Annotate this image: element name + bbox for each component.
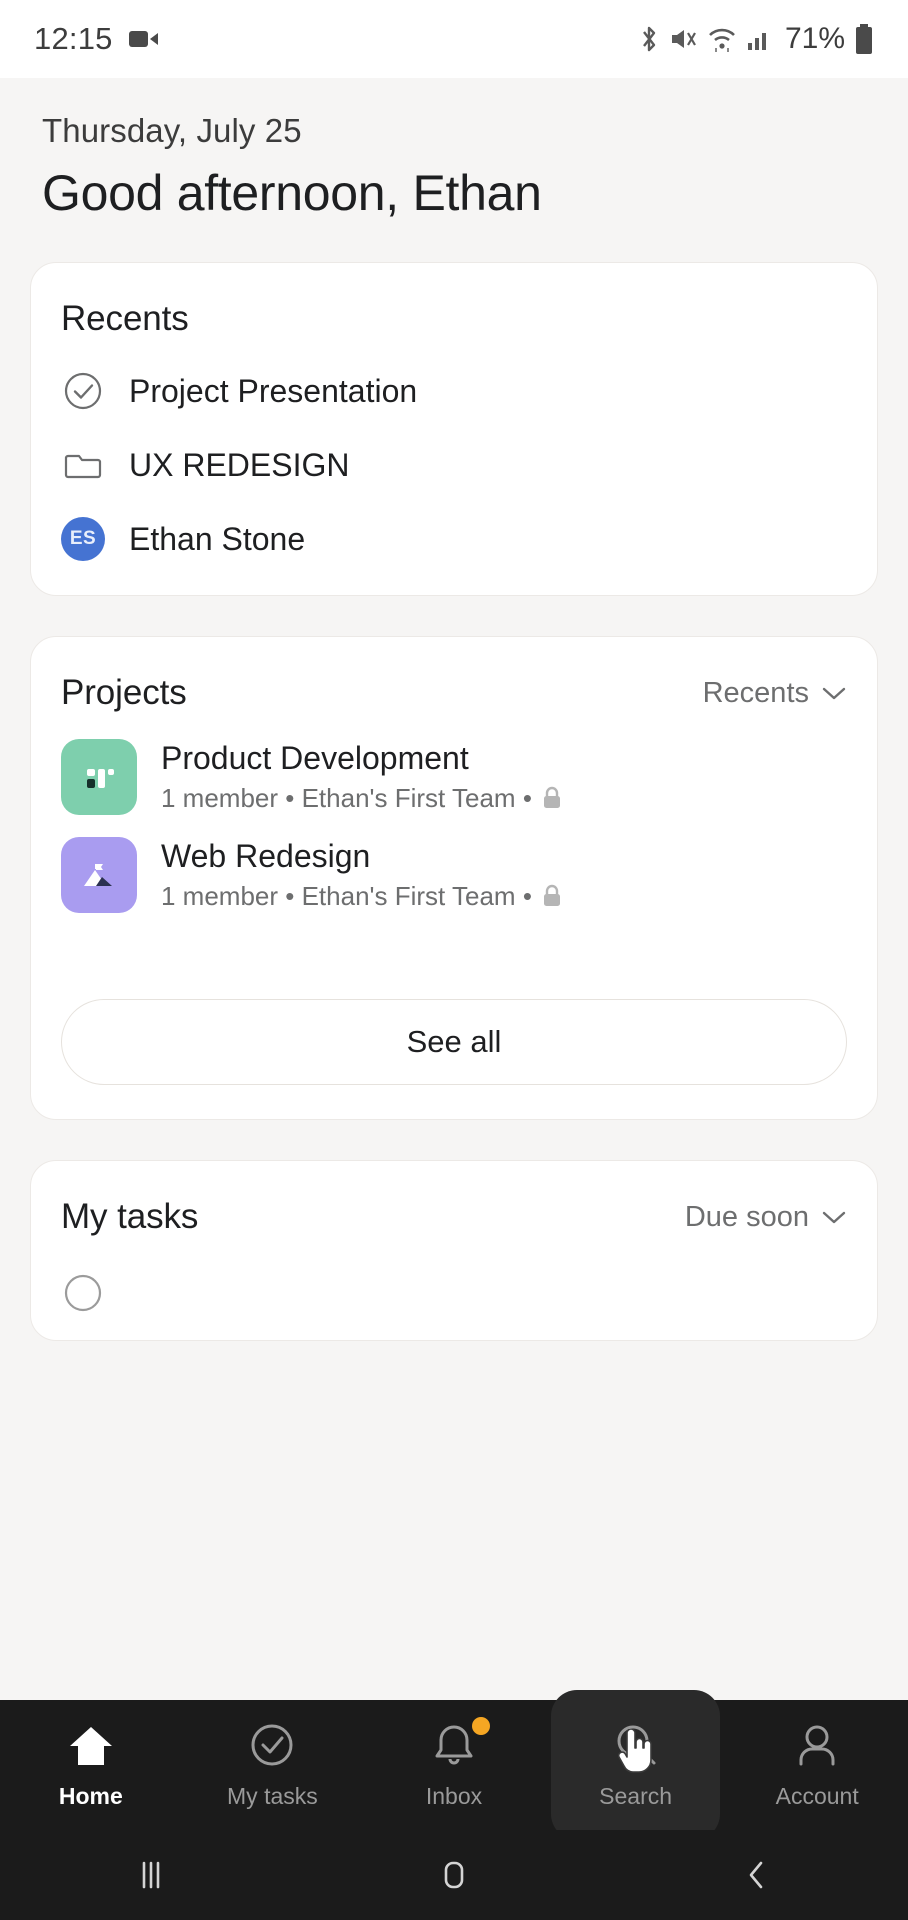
nav-tab-label: Inbox: [425, 1782, 483, 1809]
project-name: Web Redesign: [161, 838, 371, 875]
greeting-block: Thursday, July 25 Good afternoon, Ethan: [30, 78, 878, 222]
recent-item-label: Project Presentation: [129, 372, 418, 409]
nav-tab-my-tasks[interactable]: My tasks: [182, 1700, 364, 1830]
project-item-text: Web Redesign 1 member • Ethan's First Te…: [161, 838, 563, 912]
folder-icon: [61, 443, 105, 487]
recents-card: Recents Project Presentation UX REDESIGN…: [30, 262, 878, 596]
my-tasks-title: My tasks: [61, 1197, 199, 1236]
status-bar: 12:15 71%: [0, 0, 908, 78]
my-tasks-card-header: My tasks Due soon: [61, 1197, 847, 1237]
recent-item-ux-redesign[interactable]: UX REDESIGN: [61, 443, 847, 487]
my-tasks-card: My tasks Due soon: [30, 1160, 878, 1341]
nav-tab-home[interactable]: Home: [0, 1700, 182, 1830]
recents-list: Project Presentation UX REDESIGN ES Etha…: [61, 369, 847, 561]
home-icon: [65, 1721, 117, 1771]
home-scroll-content[interactable]: Thursday, July 25 Good afternoon, Ethan …: [0, 78, 908, 1920]
phone-screen: 12:15 71% Thursday, July 25 Good afterno…: [0, 0, 908, 1920]
project-meta: 1 member • Ethan's First Team •: [161, 783, 563, 814]
nav-tab-label: My tasks: [227, 1782, 318, 1809]
projects-filter-dropdown[interactable]: Recents: [703, 677, 847, 710]
projects-title: Projects: [61, 673, 187, 712]
projects-filter-label: Recents: [702, 676, 809, 709]
my-tasks-filter-dropdown[interactable]: Due soon: [685, 1201, 847, 1234]
mouse-cursor-pointer-icon: [615, 1727, 655, 1782]
bluetooth-icon: [637, 24, 661, 54]
nav-tab-account[interactable]: Account: [726, 1700, 908, 1830]
nav-tab-search[interactable]: Search: [545, 1690, 727, 1840]
project-meta-text: 1 member • Ethan's First Team •: [161, 782, 532, 813]
project-item-product-development[interactable]: Product Development 1 member • Ethan's F…: [61, 739, 847, 815]
chevron-down-icon: [821, 1209, 847, 1225]
greeting-date: Thursday, July 25: [42, 112, 302, 149]
battery-percent-label: 71%: [784, 22, 845, 55]
nav-tab-label: Account: [775, 1782, 859, 1809]
recent-item-label: UX REDESIGN: [129, 446, 350, 483]
recents-title: Recents: [61, 299, 189, 338]
nav-tab-label: Search: [599, 1782, 673, 1809]
inbox-unread-badge: [471, 1716, 490, 1735]
nav-tab-inbox[interactable]: Inbox: [363, 1700, 545, 1830]
video-camera-icon: [128, 28, 159, 50]
bottom-navigation-bar: Home My tasks Inbox Search Account: [0, 1690, 908, 1840]
check-circle-icon: [61, 1271, 105, 1315]
project-meta: 1 member • Ethan's First Team •: [161, 881, 563, 912]
back-chevron-icon[interactable]: [605, 1855, 908, 1895]
project-meta-text: 1 member • Ethan's First Team •: [161, 880, 532, 911]
my-tasks-filter-label: Due soon: [684, 1200, 809, 1233]
recent-item-ethan-stone[interactable]: ES Ethan Stone: [61, 517, 847, 561]
cell-signal-icon: [746, 26, 772, 52]
bell-icon: [428, 1716, 490, 1771]
status-bar-clock: 12:15: [34, 21, 113, 56]
my-tasks-first-row-partial[interactable]: [61, 1271, 847, 1320]
volume-mute-icon: [670, 25, 698, 53]
check-circle-icon: [61, 369, 105, 413]
status-bar-left: 12:15: [34, 21, 159, 57]
projects-list: Product Development 1 member • Ethan's F…: [61, 739, 847, 913]
android-system-navigation-bar: [0, 1830, 908, 1920]
board-icon: [61, 739, 137, 815]
recent-item-label: Ethan Stone: [129, 520, 306, 557]
recents-card-header: Recents: [61, 299, 847, 339]
greeting-message: Good afternoon, Ethan: [42, 165, 542, 221]
projects-card-header: Projects Recents: [61, 673, 847, 713]
person-icon: [791, 1721, 843, 1771]
recent-item-project-presentation[interactable]: Project Presentation: [61, 369, 847, 413]
nav-tab-label: Home: [58, 1782, 123, 1809]
battery-icon: [854, 23, 874, 55]
milestone-mountain-icon: [61, 837, 137, 913]
avatar: ES: [61, 517, 105, 561]
lock-icon: [541, 785, 563, 811]
status-bar-right: 71%: [637, 22, 874, 56]
project-item-text: Product Development 1 member • Ethan's F…: [161, 740, 563, 814]
project-item-web-redesign[interactable]: Web Redesign 1 member • Ethan's First Te…: [61, 837, 847, 913]
chevron-down-icon: [821, 685, 847, 701]
check-circle-icon: [246, 1721, 298, 1771]
home-square-icon[interactable]: [303, 1855, 606, 1895]
wifi-icon: [707, 25, 737, 53]
lock-icon: [541, 883, 563, 909]
project-name: Product Development: [161, 740, 469, 777]
projects-card: Projects Recents Product Development 1 m…: [30, 636, 878, 1120]
see-all-button[interactable]: See all: [61, 999, 847, 1085]
recents-icon[interactable]: [0, 1855, 303, 1895]
